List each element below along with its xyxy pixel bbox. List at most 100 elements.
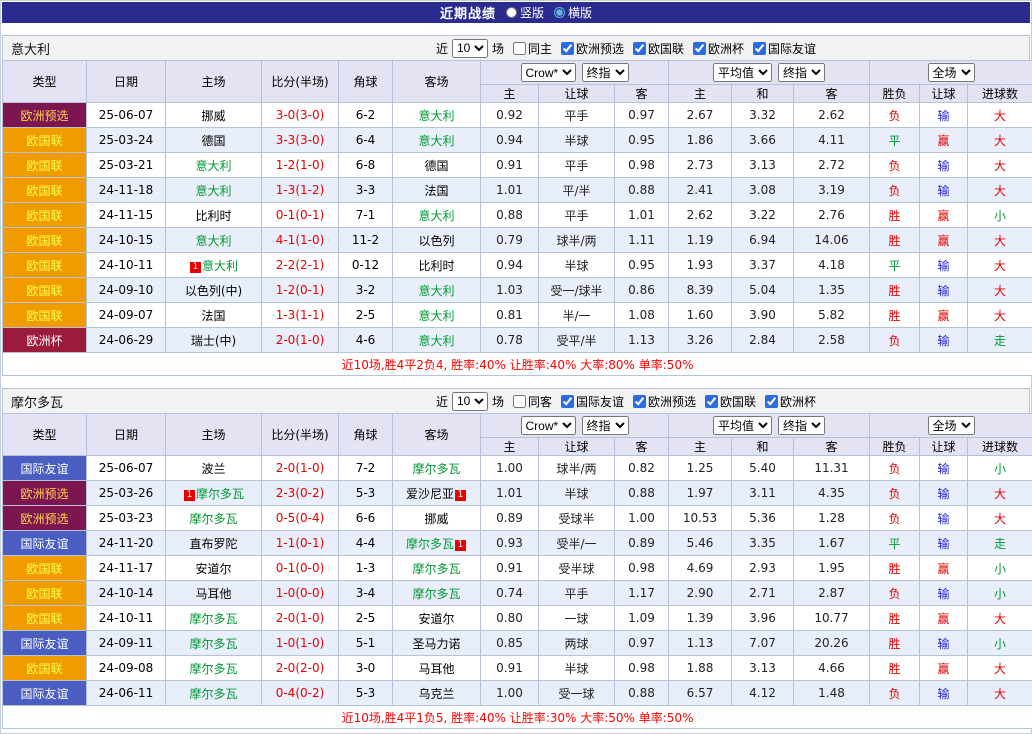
competition-filter-3[interactable]: 国际友谊 [753, 40, 816, 57]
column-header: 类型 [3, 414, 87, 456]
layout-vertical-option[interactable]: 竖版 [506, 4, 544, 21]
sub-column-header: 胜负 [870, 85, 920, 103]
layout-horizontal-option[interactable]: 横版 [554, 4, 592, 21]
competition-filter-2[interactable]: 欧国联 [705, 393, 756, 410]
corner-count: 6-4 [339, 128, 393, 153]
avg-home-odds: 1.39 [669, 606, 732, 631]
corner-count: 3-2 [339, 278, 393, 303]
result-goals: 大 [968, 506, 1032, 531]
home-team-cell: 摩尔多瓦 [166, 631, 262, 656]
competition-filter-0-checkbox[interactable] [561, 42, 574, 55]
match-type-badge: 欧国联 [3, 153, 87, 178]
away-team-name: 意大利 [418, 284, 454, 298]
corner-count: 6-2 [339, 103, 393, 128]
layout-vertical-radio[interactable] [506, 7, 517, 18]
recent-prefix-label: 近 [436, 40, 448, 57]
competition-filter-2[interactable]: 欧洲杯 [693, 40, 744, 57]
avg-draw-odds: 5.36 [732, 506, 794, 531]
match-type-badge: 欧国联 [3, 278, 87, 303]
match-score: 3-3(3-0) [262, 128, 339, 153]
result-goals: 小 [968, 556, 1032, 581]
home-odds: 0.92 [481, 103, 539, 128]
avg-draw-odds: 3.66 [732, 128, 794, 153]
match-date: 24-10-11 [87, 606, 166, 631]
competition-filter-3-checkbox[interactable] [753, 42, 766, 55]
average-select[interactable]: 平均值 [713, 63, 772, 82]
corner-count: 11-2 [339, 228, 393, 253]
result-outcome: 负 [870, 681, 920, 706]
avg-home-odds: 6.57 [669, 681, 732, 706]
avg-away-odds: 1.48 [794, 681, 870, 706]
corner-count: 5-3 [339, 481, 393, 506]
bookmaker-select[interactable]: Crow* [521, 63, 576, 82]
avg-draw-odds: 2.84 [732, 328, 794, 353]
handicap-line: 平手 [539, 153, 615, 178]
match-row: 欧洲预选25-03-23摩尔多瓦0-5(0-4)6-6挪威0.89受球半1.00… [3, 506, 1032, 531]
competition-filter-0-label: 欧洲预选 [576, 40, 624, 57]
match-row: 国际友谊24-06-11摩尔多瓦0-4(0-2)5-3乌克兰1.00受一球0.8… [3, 681, 1032, 706]
result-handicap: 输 [920, 456, 968, 481]
competition-filter-3-checkbox[interactable] [765, 395, 778, 408]
result-handicap: 赢 [920, 556, 968, 581]
home-team-name: 德国 [201, 134, 225, 148]
bookmaker-odds-header-cell: Crow* 终指 [481, 414, 669, 438]
bookmaker-select[interactable]: Crow* [521, 416, 576, 435]
team-section-1: 摩尔多瓦近10场同客国际友谊欧洲预选欧国联欧洲杯类型日期主场比分(半场)角球客场… [2, 388, 1030, 729]
recent-count-select[interactable]: 10 [452, 39, 488, 58]
recent-count-select[interactable]: 10 [452, 392, 488, 411]
competition-filter-0[interactable]: 欧洲预选 [561, 40, 624, 57]
team-section-0: 意大利近10场同主欧洲预选欧国联欧洲杯国际友谊类型日期主场比分(半场)角球客场C… [2, 35, 1030, 376]
final-odds-select-2[interactable]: 终指 [778, 416, 825, 435]
home-team-name: 法国 [201, 309, 225, 323]
competition-filter-1-checkbox[interactable] [633, 395, 646, 408]
layout-horizontal-radio[interactable] [554, 7, 565, 18]
competition-filter-0-checkbox[interactable] [561, 395, 574, 408]
competition-filter-1-checkbox[interactable] [633, 42, 646, 55]
competition-filter-3[interactable]: 欧洲杯 [765, 393, 816, 410]
home-team-cell: 意大利 [166, 153, 262, 178]
fulltime-select[interactable]: 全场 [928, 416, 975, 435]
competition-filter-2-checkbox[interactable] [693, 42, 706, 55]
competition-filter-2-checkbox[interactable] [705, 395, 718, 408]
final-odds-select[interactable]: 终指 [582, 63, 629, 82]
column-header: 客场 [393, 414, 481, 456]
same-venue-filter-checkbox[interactable] [513, 42, 526, 55]
red-1-badge: 1 [190, 262, 201, 273]
result-outcome: 胜 [870, 631, 920, 656]
column-header: 比分(半场) [262, 61, 339, 103]
same-venue-filter-checkbox[interactable] [513, 395, 526, 408]
competition-filter-1[interactable]: 欧洲预选 [633, 393, 696, 410]
match-type-badge: 欧洲杯 [3, 328, 87, 353]
home-odds: 0.81 [481, 303, 539, 328]
away-team-name: 爱沙尼亚 [406, 487, 454, 501]
same-venue-filter[interactable]: 同主 [513, 40, 552, 57]
away-odds: 1.08 [615, 303, 669, 328]
result-outcome: 负 [870, 456, 920, 481]
same-venue-filter[interactable]: 同客 [513, 393, 552, 410]
competition-filter-0[interactable]: 国际友谊 [561, 393, 624, 410]
sub-column-header: 客 [615, 438, 669, 456]
final-odds-select-2[interactable]: 终指 [778, 63, 825, 82]
match-score: 2-0(1-0) [262, 456, 339, 481]
summary-text: 近10场,胜4平1负5, 胜率:40% 让胜率:30% 大率:50% 单率:50… [3, 706, 1032, 729]
away-team-cell: 挪威 [393, 506, 481, 531]
away-team-cell: 摩尔多瓦 [393, 556, 481, 581]
result-goals: 大 [968, 178, 1032, 203]
match-row: 欧洲预选25-06-07挪威3-0(3-0)6-2意大利0.92平手0.972.… [3, 103, 1032, 128]
match-type-badge: 国际友谊 [3, 681, 87, 706]
match-score: 1-0(0-0) [262, 581, 339, 606]
competition-filter-1[interactable]: 欧国联 [633, 40, 684, 57]
avg-draw-odds: 3.90 [732, 303, 794, 328]
final-odds-select[interactable]: 终指 [582, 416, 629, 435]
recent-suffix-label: 场 [492, 40, 504, 57]
result-goals: 大 [968, 481, 1032, 506]
away-odds: 1.13 [615, 328, 669, 353]
page-title: 近期战绩 [440, 3, 496, 22]
fulltime-select[interactable]: 全场 [928, 63, 975, 82]
avg-away-odds: 4.18 [794, 253, 870, 278]
away-odds: 0.97 [615, 103, 669, 128]
handicap-line: 半球 [539, 128, 615, 153]
result-handicap: 输 [920, 681, 968, 706]
average-select[interactable]: 平均值 [713, 416, 772, 435]
home-team-cell: 比利时 [166, 203, 262, 228]
